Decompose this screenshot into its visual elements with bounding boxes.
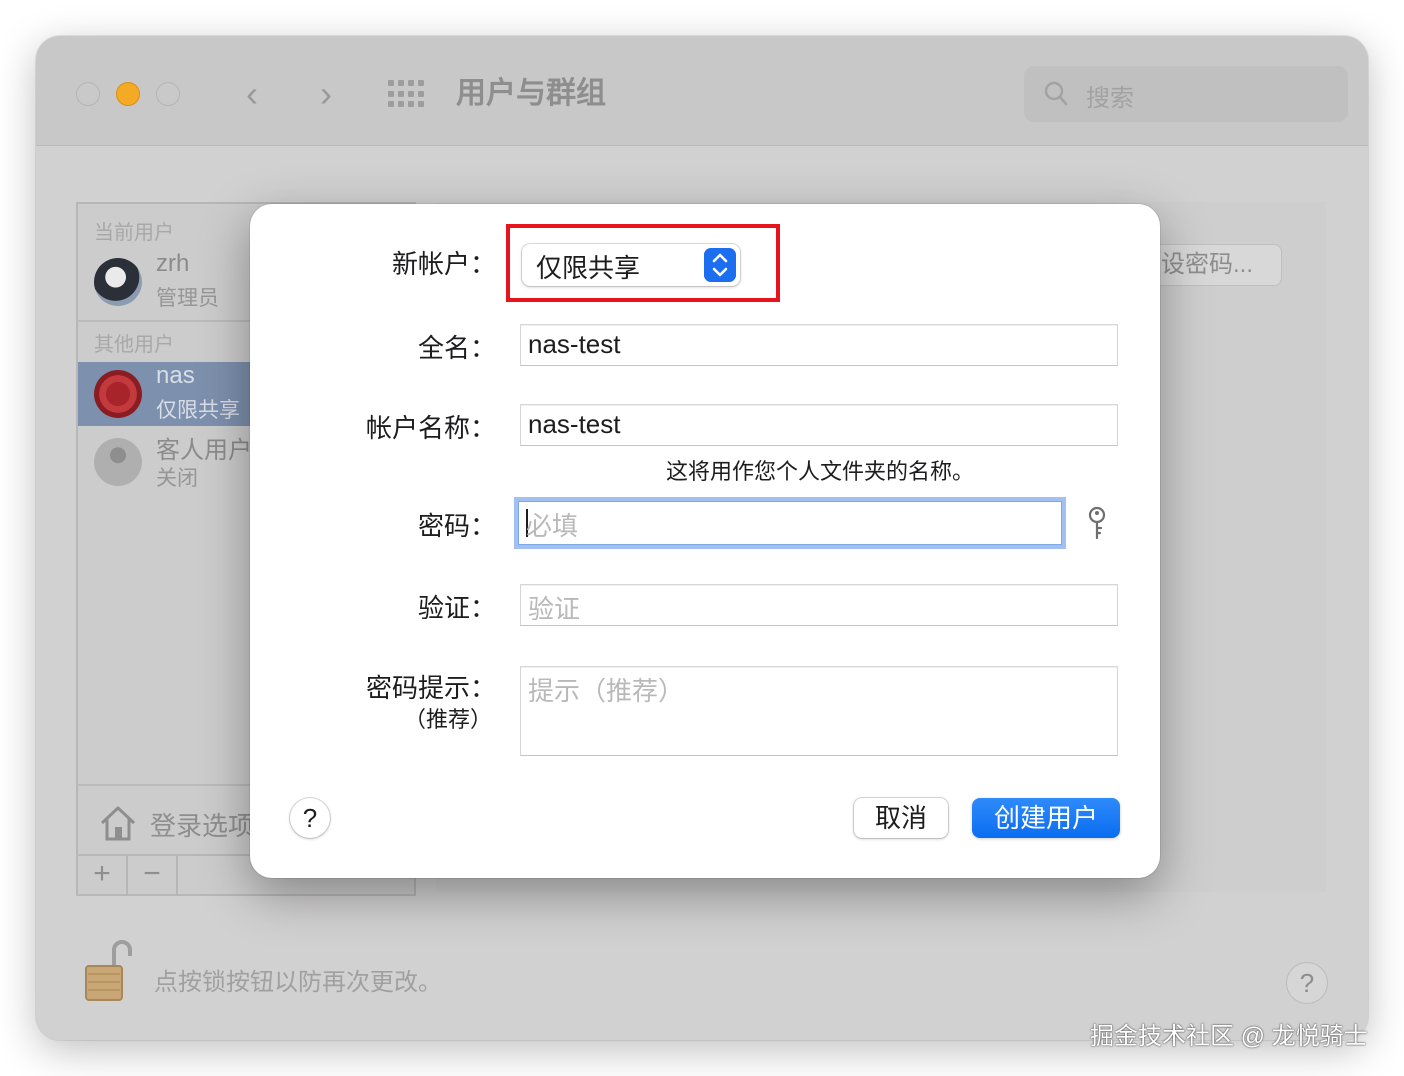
avatar (94, 370, 142, 418)
up-down-chevron-icon (704, 248, 736, 282)
password-field[interactable]: 必填 (518, 501, 1062, 545)
lock-message: 点按锁按钮以防再次更改。 (154, 969, 442, 996)
back-chevron-icon[interactable]: ‹ (232, 72, 272, 116)
create-user-button[interactable]: 创建用户 (972, 798, 1120, 838)
new-account-sheet: 新帐户： 仅限共享 全名： nas-test 帐户名称： nas-test 这将… (250, 204, 1160, 878)
show-all-grid-icon[interactable] (388, 80, 426, 108)
account-type-value: 仅限共享 (536, 253, 641, 283)
cancel-button[interactable]: 取消 (854, 798, 948, 838)
window-title: 用户与群组 (456, 77, 606, 110)
add-user-button[interactable]: + (78, 856, 128, 894)
help-button[interactable]: ? (1286, 962, 1328, 1004)
user-role: 仅限共享 (156, 399, 240, 422)
password-hint-label: 密码提示： (365, 673, 496, 703)
password-hint-placeholder: 提示（推荐） (528, 676, 685, 706)
user-role: 管理员 (156, 287, 219, 310)
remove-user-button[interactable]: − (128, 856, 178, 894)
password-hint-field[interactable]: 提示（推荐） (520, 666, 1118, 756)
user-name: nas (156, 362, 195, 389)
password-placeholder: 必填 (526, 511, 579, 541)
account-type-popup[interactable]: 仅限共享 (522, 244, 740, 286)
new-account-label: 新帐户： (391, 249, 496, 279)
zoom-window-button[interactable] (156, 82, 180, 106)
verify-label: 验证： (417, 593, 496, 623)
login-options-label: 登录选项 (150, 811, 255, 841)
user-name: 客人用户 (156, 437, 252, 464)
key-icon[interactable] (1086, 506, 1108, 542)
close-window-button[interactable] (76, 82, 100, 106)
verify-field[interactable]: 验证 (520, 584, 1118, 626)
search-placeholder: 搜索 (1086, 85, 1134, 112)
avatar (94, 438, 142, 486)
reset-password-button[interactable]: 设密码... (1152, 244, 1282, 286)
watermark: 掘金技术社区 @ 龙悦骑士 (1090, 1023, 1368, 1050)
forward-chevron-icon[interactable]: › (306, 72, 346, 116)
password-hint-sublabel: （推荐） (403, 707, 492, 732)
search-icon (1044, 81, 1068, 106)
password-label: 密码： (417, 511, 496, 541)
user-name: zrh (156, 250, 190, 277)
search-field[interactable]: 搜索 (1024, 66, 1348, 122)
user-role: 关闭 (156, 467, 198, 490)
verify-placeholder: 验证 (528, 594, 581, 624)
home-icon (100, 806, 136, 841)
minimize-window-button[interactable] (116, 82, 140, 106)
full-name-value: nas-test (528, 329, 621, 359)
account-name-label: 帐户名称： (365, 413, 496, 443)
title-bar: ‹ › 用户与群组 搜索 (36, 36, 1368, 146)
avatar (94, 258, 142, 306)
dialog-help-button[interactable]: ? (290, 798, 330, 838)
account-name-hint: 这将用作您个人文件夹的名称。 (666, 459, 975, 484)
current-users-label: 当前用户 (94, 222, 174, 244)
full-name-field[interactable]: nas-test (520, 324, 1118, 366)
other-users-label: 其他用户 (94, 334, 174, 356)
account-name-value: nas-test (528, 409, 621, 439)
full-name-label: 全名： (417, 333, 496, 363)
account-name-field[interactable]: nas-test (520, 404, 1118, 446)
unlocked-padlock-icon[interactable] (84, 936, 134, 1002)
